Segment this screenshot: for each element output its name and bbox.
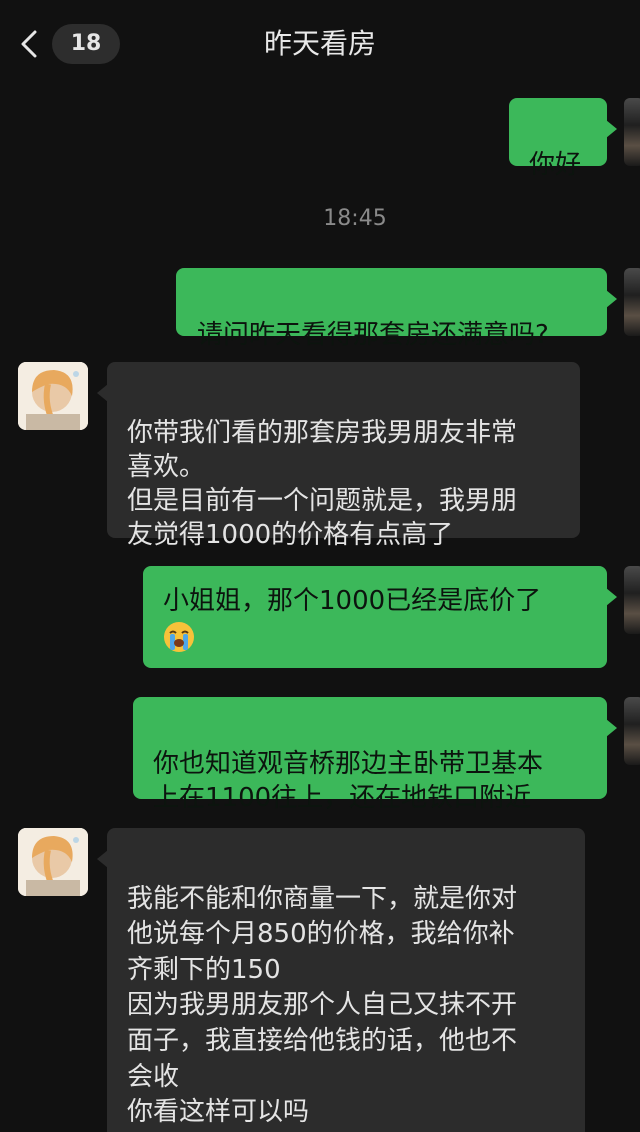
contact-avatar[interactable] (18, 362, 88, 430)
sent-message[interactable]: 你也知道观音桥那边主卧带卫基本 上在1100往上，还在地铁口附近 (133, 697, 617, 813)
received-message[interactable]: 你带我们看的那套房我男朋友非常 喜欢。 但是目前有一个问题就是，我男朋 友觉得1… (97, 362, 580, 550)
sent-message[interactable]: 请问昨天看得那套房还满意吗? (176, 268, 617, 350)
girl-avatar-icon (18, 362, 88, 430)
message-text: 我能不能和你商量一下，就是你对 他说每个月850的价格，我给你补 齐剩下的150… (127, 883, 518, 1128)
my-avatar[interactable] (624, 98, 640, 166)
message-text: 你也知道观音桥那边主卧带卫基本 上在1100往上，还在地铁口附近 (153, 749, 544, 813)
chat-header: 18 昨天看房 (0, 0, 640, 90)
message-text: 你带我们看的那套房我男朋友非常 喜欢。 但是目前有一个问题就是，我男朋 友觉得1… (127, 418, 518, 550)
my-avatar[interactable] (624, 566, 640, 634)
my-avatar[interactable] (624, 268, 640, 336)
sent-message[interactable]: 你好 (509, 98, 617, 180)
received-message[interactable]: 我能不能和你商量一下，就是你对 他说每个月850的价格，我给你补 齐剩下的150… (97, 828, 585, 1132)
my-avatar[interactable] (624, 697, 640, 765)
chat-screen: 18 昨天看房 你好 18:45 请问昨天看得那套房还满意吗? 你带我们看的那套… (0, 0, 640, 1132)
contact-avatar[interactable] (18, 828, 88, 896)
message-text: 你好 (529, 150, 582, 180)
message-text: 小姐姐，那个1000已经是底价了 (163, 586, 542, 616)
girl-avatar-icon (18, 828, 88, 896)
message-text: 请问昨天看得那套房还满意吗? (197, 320, 549, 350)
sent-message[interactable]: 小姐姐，那个1000已经是底价了 (143, 566, 617, 668)
chat-title: 昨天看房 (263, 27, 376, 60)
message-timestamp: 18:45 (323, 206, 387, 231)
loudly-crying-face-icon (164, 621, 194, 652)
